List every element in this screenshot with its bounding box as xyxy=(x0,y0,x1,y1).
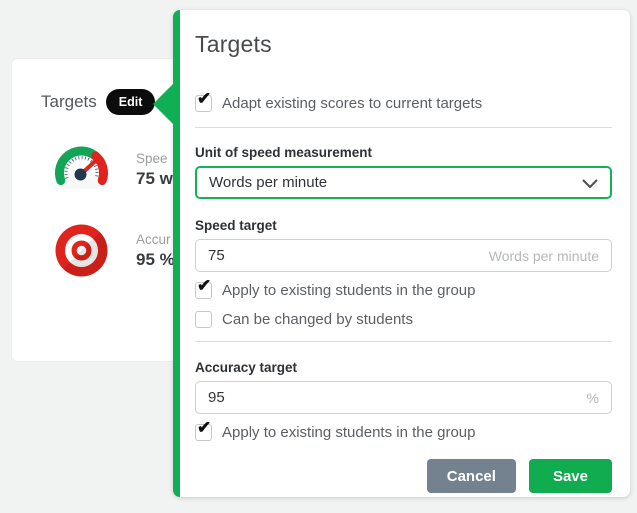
summary-title: Targets xyxy=(41,92,97,112)
chevron-down-icon xyxy=(582,179,598,189)
speed-apply-label: Apply to existing students in the group xyxy=(222,282,476,299)
targets-edit-modal: Targets Adapt existing scores to current… xyxy=(173,10,630,497)
unit-of-speed-value: Words per minute xyxy=(209,174,327,191)
unit-of-speed-select[interactable]: Words per minute xyxy=(195,166,612,199)
page: Targets Edit Spee 75 w xyxy=(0,0,637,513)
speed-summary-text: Spee 75 w xyxy=(136,151,173,189)
speed-summary-row: Spee 75 w xyxy=(53,141,173,198)
speed-changeable-checkbox-row[interactable]: Can be changed by students xyxy=(195,311,612,328)
accuracy-apply-checkbox-row[interactable]: Apply to existing students in the group xyxy=(195,424,612,441)
adapt-scores-label: Adapt existing scores to current targets xyxy=(222,95,482,112)
speed-target-unit-suffix: Words per minute xyxy=(489,248,599,264)
speed-changeable-label: Can be changed by students xyxy=(222,311,413,328)
divider xyxy=(195,341,612,342)
accuracy-target-label: Accuracy target xyxy=(195,360,612,375)
speed-target-input[interactable] xyxy=(208,247,489,264)
speed-summary-value: 75 w xyxy=(136,169,173,189)
edit-button[interactable]: Edit xyxy=(106,89,156,115)
save-button[interactable]: Save xyxy=(529,459,612,493)
speed-apply-checkbox-row[interactable]: Apply to existing students in the group xyxy=(195,282,612,299)
accuracy-apply-label: Apply to existing students in the group xyxy=(222,424,476,441)
speedometer-icon xyxy=(53,141,110,198)
accuracy-apply-checkbox[interactable] xyxy=(195,424,212,441)
adapt-scores-checkbox-row[interactable]: Adapt existing scores to current targets xyxy=(195,95,612,112)
accuracy-target-input[interactable] xyxy=(208,389,587,406)
cancel-button[interactable]: Cancel xyxy=(427,459,516,493)
speed-apply-checkbox[interactable] xyxy=(195,282,212,299)
adapt-scores-checkbox[interactable] xyxy=(195,95,212,112)
speed-target-field: Words per minute xyxy=(195,239,612,272)
speed-summary-label: Spee xyxy=(136,151,173,166)
summary-header: Targets Edit xyxy=(41,89,155,115)
accuracy-summary-text: Accur 95 % xyxy=(136,232,175,270)
accuracy-target-field: % xyxy=(195,381,612,414)
speed-changeable-checkbox[interactable] xyxy=(195,311,212,328)
accuracy-summary-row: Accur 95 % xyxy=(53,222,175,279)
accuracy-summary-label: Accur xyxy=(136,232,175,247)
accuracy-target-unit-suffix: % xyxy=(587,390,599,406)
bullseye-icon xyxy=(53,222,110,279)
accuracy-summary-value: 95 % xyxy=(136,250,175,270)
unit-of-speed-label: Unit of speed measurement xyxy=(195,145,612,160)
speed-target-label: Speed target xyxy=(195,218,612,233)
modal-pointer-arrow xyxy=(153,84,173,124)
divider xyxy=(195,127,612,128)
modal-title: Targets xyxy=(195,10,612,58)
modal-actions: Cancel Save xyxy=(195,459,612,493)
